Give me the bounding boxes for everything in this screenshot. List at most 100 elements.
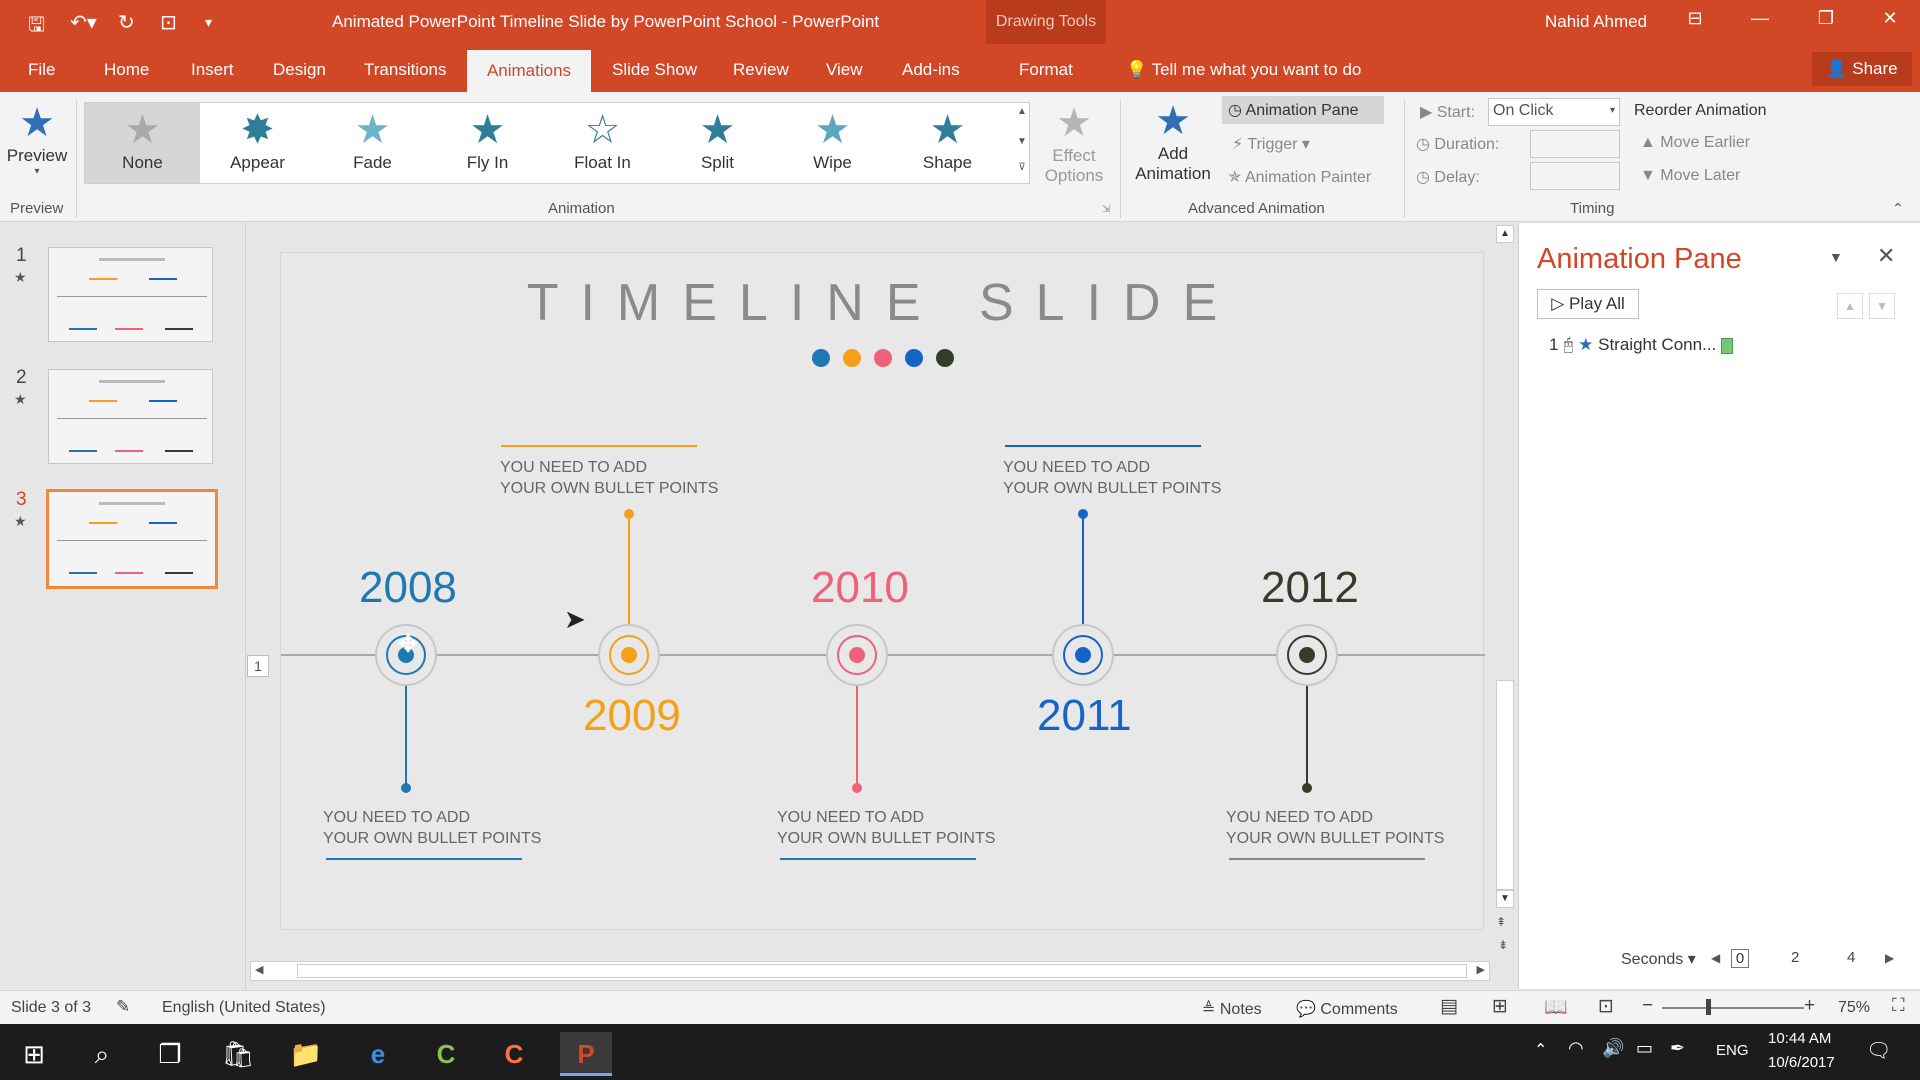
- tab-animations[interactable]: Animations: [467, 50, 591, 92]
- horizontal-scrollbar[interactable]: ◀ ▶: [250, 961, 1490, 981]
- gallery-scroll-down-icon[interactable]: ▼: [1014, 136, 1030, 147]
- tell-me-search[interactable]: 💡 Tell me what you want to do: [1126, 60, 1361, 80]
- start-select[interactable]: On Click ▾: [1488, 98, 1620, 126]
- animation-fade[interactable]: ★ Fade: [315, 103, 430, 183]
- delay-input[interactable]: [1530, 162, 1620, 190]
- file-explorer-icon[interactable]: 📁: [280, 1032, 332, 1076]
- camtasia-icon[interactable]: C: [420, 1032, 472, 1076]
- play-all-button[interactable]: ▷ Play All: [1537, 289, 1639, 319]
- notes-button[interactable]: ≜ Notes: [1202, 999, 1262, 1019]
- bullet-text-2010[interactable]: YOU NEED TO ADD YOUR OWN BULLET POINTS: [777, 807, 995, 849]
- tab-design[interactable]: Design: [273, 60, 326, 80]
- node-2012[interactable]: [1276, 624, 1338, 686]
- language-label[interactable]: English (United States): [162, 999, 326, 1017]
- zoom-slider-thumb[interactable]: [1706, 999, 1711, 1015]
- customize-toolbar-icon[interactable]: ▾: [205, 14, 212, 31]
- slideshow-view-icon[interactable]: ⊡: [1598, 995, 1614, 1018]
- animation-painter-button[interactable]: ✯ Animation Painter: [1228, 167, 1371, 187]
- animation-order-tag[interactable]: 1: [247, 655, 269, 677]
- slide-thumbnail-1[interactable]: [48, 247, 213, 342]
- seconds-dropdown[interactable]: Seconds ▾: [1621, 949, 1696, 969]
- zoom-slider[interactable]: [1662, 1007, 1804, 1009]
- animation-shape[interactable]: ★ Shape: [890, 103, 1005, 183]
- next-slide-icon[interactable]: ⇟: [1498, 938, 1508, 952]
- year-2008[interactable]: 2008: [359, 563, 457, 613]
- minimize-icon[interactable]: —: [1740, 8, 1780, 29]
- zoom-in-icon[interactable]: +: [1804, 995, 1815, 1017]
- slide-title[interactable]: TIMELINE SLIDE: [281, 273, 1485, 333]
- move-earlier-button[interactable]: ▲ Move Earlier: [1640, 134, 1750, 152]
- close-icon[interactable]: ✕: [1870, 8, 1910, 29]
- move-handle-icon[interactable]: ✥: [398, 630, 418, 659]
- slide-sorter-icon[interactable]: ⊞: [1492, 995, 1508, 1018]
- timeline-left-icon[interactable]: ◀: [1711, 951, 1720, 965]
- gallery-scroll-up-icon[interactable]: ▲: [1014, 106, 1030, 117]
- year-2009[interactable]: 2009: [583, 691, 681, 741]
- node-2011[interactable]: [1052, 624, 1114, 686]
- move-up-icon[interactable]: ▲: [1837, 293, 1863, 319]
- tab-view[interactable]: View: [826, 60, 863, 80]
- collapse-ribbon-icon[interactable]: ⌃: [1892, 200, 1904, 217]
- volume-icon[interactable]: 🔊: [1602, 1038, 1624, 1059]
- comments-button[interactable]: 💬 Comments: [1296, 999, 1398, 1019]
- tab-insert[interactable]: Insert: [191, 60, 234, 80]
- animation-none[interactable]: ★ None: [85, 103, 200, 183]
- trigger-button[interactable]: ⚡ Trigger ▾: [1232, 134, 1310, 154]
- chevron-up-icon[interactable]: ⌃: [1534, 1040, 1547, 1060]
- bullet-text-2011[interactable]: YOU NEED TO ADD YOUR OWN BULLET POINTS: [1003, 457, 1221, 499]
- duration-input[interactable]: [1530, 130, 1620, 158]
- tab-format[interactable]: Format: [1019, 60, 1073, 80]
- user-name[interactable]: Nahid Ahmed: [1545, 12, 1647, 32]
- animation-appear[interactable]: ✸ Appear: [200, 103, 315, 183]
- year-2012[interactable]: 2012: [1261, 563, 1359, 613]
- windows-start-icon[interactable]: ⊞: [8, 1032, 60, 1076]
- tab-transitions[interactable]: Transitions: [364, 60, 447, 80]
- battery-icon[interactable]: ▭: [1636, 1038, 1653, 1059]
- scroll-thumb[interactable]: [1496, 680, 1514, 890]
- tab-add-ins[interactable]: Add-ins: [902, 60, 960, 80]
- bullet-text-2009[interactable]: YOU NEED TO ADD YOUR OWN BULLET POINTS: [500, 457, 718, 499]
- normal-view-icon[interactable]: ▤: [1440, 995, 1458, 1018]
- add-animation-button[interactable]: ★ Add Animation: [1126, 98, 1220, 184]
- scroll-up-icon[interactable]: ▲: [1496, 225, 1514, 243]
- close-pane-icon[interactable]: ✕: [1877, 243, 1895, 269]
- scroll-down-icon[interactable]: ▼: [1496, 890, 1514, 908]
- restore-icon[interactable]: ❐: [1806, 8, 1846, 29]
- pane-options-icon[interactable]: ▼: [1829, 249, 1843, 265]
- effect-options-button[interactable]: ★ Effect Options: [1044, 100, 1104, 186]
- pen-icon[interactable]: ✒: [1670, 1038, 1685, 1059]
- search-icon[interactable]: ⌕: [76, 1032, 128, 1076]
- year-2010[interactable]: 2010: [811, 563, 909, 613]
- animation-pane-button[interactable]: ◷ Animation Pane: [1222, 96, 1384, 124]
- fit-to-window-icon[interactable]: ⛶: [1892, 995, 1905, 1016]
- previous-slide-icon[interactable]: ⇞: [1496, 915, 1506, 929]
- dialog-launcher-icon[interactable]: ⇲: [1102, 204, 1110, 215]
- animation-wipe[interactable]: ★ Wipe: [775, 103, 890, 183]
- move-down-icon[interactable]: ▼: [1869, 293, 1895, 319]
- bullet-text-2012[interactable]: YOU NEED TO ADD YOUR OWN BULLET POINTS: [1226, 807, 1444, 849]
- tab-slide-show[interactable]: Slide Show: [612, 60, 697, 80]
- preview-button[interactable]: ★ Preview ▾: [6, 100, 68, 177]
- tab-home[interactable]: Home: [104, 60, 149, 80]
- animation-float-in[interactable]: ☆ Float In: [545, 103, 660, 183]
- reading-view-icon[interactable]: 📖: [1544, 995, 1568, 1019]
- spellcheck-icon[interactable]: ✎: [116, 997, 130, 1017]
- undo-icon[interactable]: ↶▾: [70, 10, 97, 35]
- store-icon[interactable]: 🛍: [212, 1032, 264, 1076]
- node-2010[interactable]: [826, 624, 888, 686]
- powerpoint-icon[interactable]: P: [560, 1032, 612, 1076]
- vertical-scrollbar[interactable]: ▲ ▼ ⇞: [1494, 225, 1516, 929]
- clock-time[interactable]: 10:44 AM: [1768, 1030, 1831, 1047]
- horizontal-scroll-thumb[interactable]: [297, 964, 1467, 978]
- scroll-left-icon[interactable]: ◀: [255, 963, 263, 976]
- zoom-level[interactable]: 75%: [1838, 999, 1870, 1017]
- move-later-button[interactable]: ▼ Move Later: [1640, 167, 1740, 185]
- wifi-icon[interactable]: ◠: [1568, 1038, 1584, 1059]
- tab-review[interactable]: Review: [733, 60, 789, 80]
- year-2011[interactable]: 2011: [1037, 691, 1132, 741]
- node-2009[interactable]: [598, 624, 660, 686]
- input-language[interactable]: ENG: [1716, 1042, 1749, 1059]
- task-view-icon[interactable]: ❐: [144, 1032, 196, 1076]
- tab-file[interactable]: File: [28, 60, 55, 80]
- slide-thumbnail-3[interactable]: [46, 489, 218, 589]
